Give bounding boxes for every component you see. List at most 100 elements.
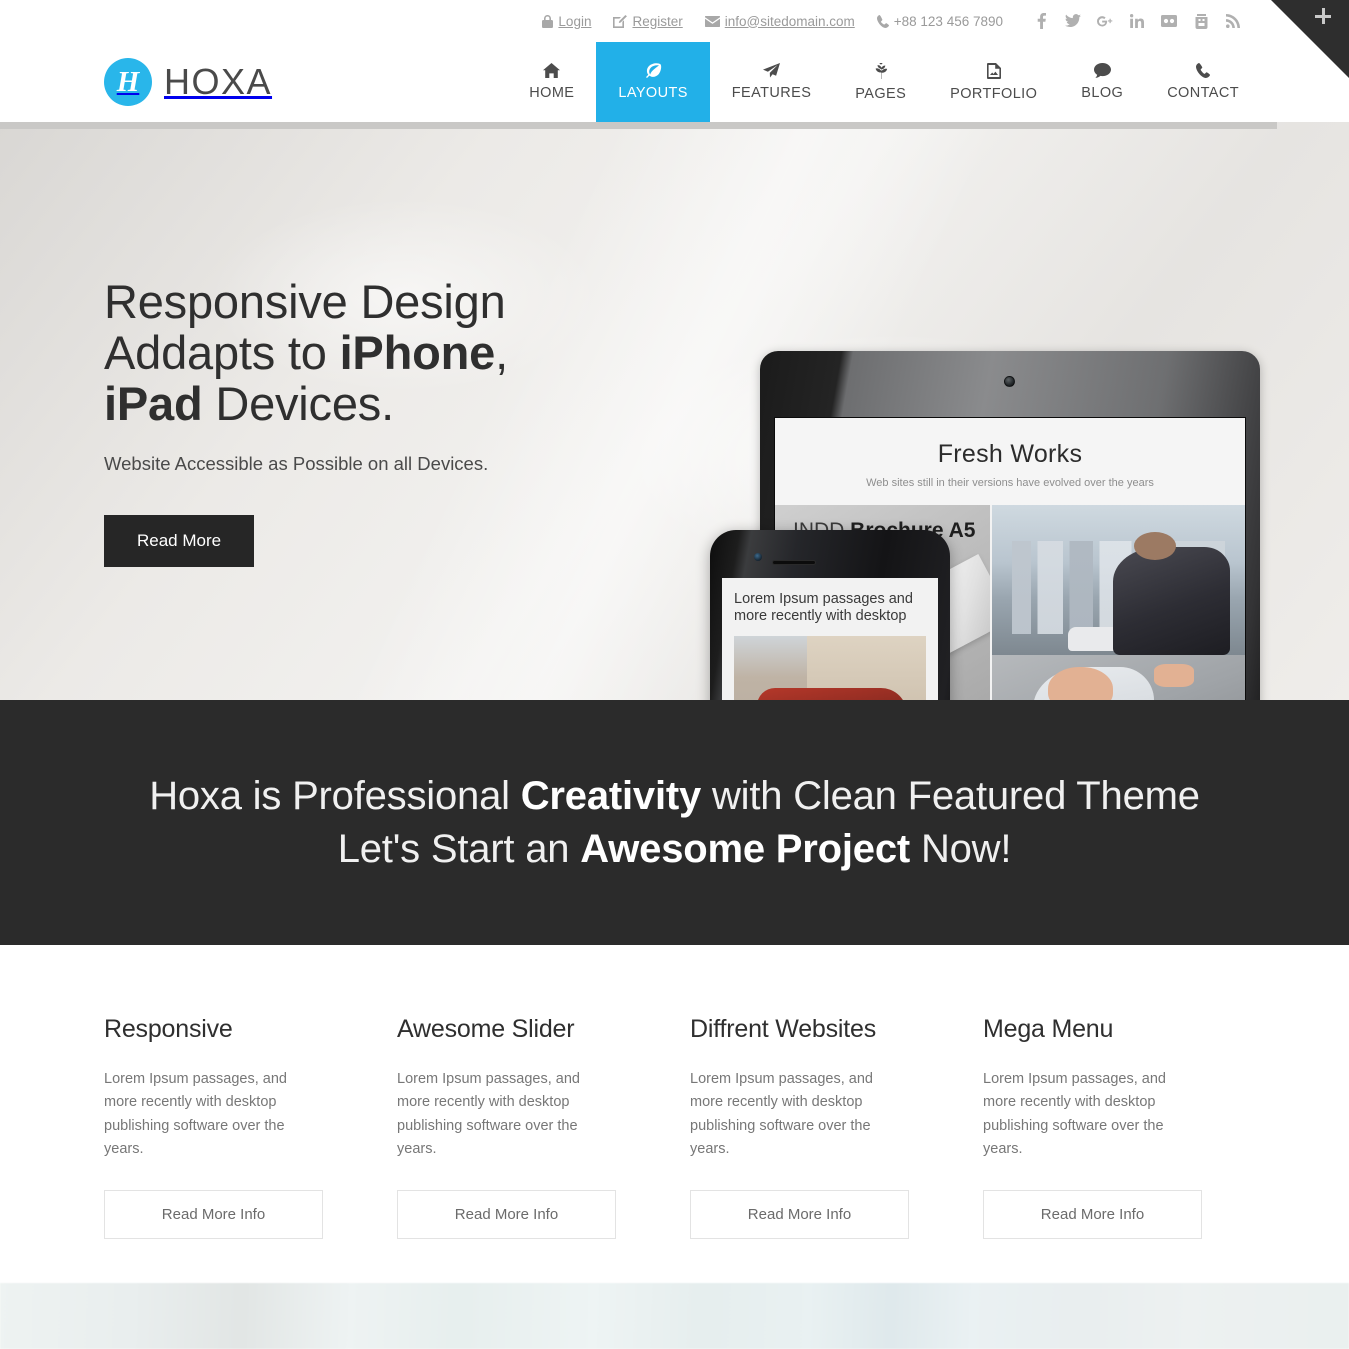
cta-line-1: Hoxa is Professional Creativity with Cle…	[149, 770, 1200, 823]
logo[interactable]: H HOXA	[0, 42, 272, 122]
hero-read-more-button[interactable]: Read More	[104, 515, 255, 568]
feature-title: Diffrent Websites	[690, 1015, 877, 1043]
login-link[interactable]: Login	[542, 14, 591, 29]
lock-icon	[542, 14, 554, 28]
phone-label: +88 123 456 7890	[893, 13, 1003, 29]
hero-title-line2-pre: Addapts to	[104, 325, 340, 379]
feature-card-mega-menu: Mega Menu Lorem Ipsum passages, and more…	[983, 1015, 1202, 1239]
feature-text: Lorem Ipsum passages, and more recently …	[397, 1071, 580, 1158]
megaphone-person-fist	[1153, 664, 1195, 687]
nav-item-pages[interactable]: PAGES	[833, 42, 928, 122]
feature-text: Lorem Ipsum passages, and more recently …	[104, 1071, 287, 1158]
hero-title-line1: Responsive Design	[104, 275, 506, 328]
flickr-icon[interactable]	[1161, 13, 1177, 29]
feature-read-more-button[interactable]: Read More Info	[690, 1189, 909, 1239]
main-navigation: HOME LAYOUTS FEATURES PAGES PORTFOLIO BL…	[507, 42, 1349, 122]
edit-icon	[613, 14, 628, 28]
cta-line2-pre: Let's Start an	[337, 826, 581, 871]
next-section-background	[0, 1283, 1349, 1349]
email-label: info@sitedomain.com	[724, 13, 855, 29]
portfolio-item-megaphone[interactable]	[990, 655, 1245, 700]
google-plus-icon[interactable]	[1097, 13, 1113, 29]
nav-label: BLOG	[1081, 85, 1124, 101]
portfolio-column-right	[990, 505, 1245, 700]
nav-label: HOME	[529, 85, 575, 101]
tablet-site-header: Fresh Works Web sites still in their ver…	[775, 418, 1245, 505]
social-links	[1033, 13, 1241, 29]
register-label: Register	[632, 13, 683, 29]
feature-read-more-button[interactable]: Read More Info	[104, 1189, 323, 1239]
rss-icon[interactable]	[1225, 13, 1241, 29]
hero-title: Responsive Design Addapts to iPhone, iPa…	[104, 275, 508, 430]
comment-icon	[1093, 63, 1111, 78]
feature-card-diffrent-websites: Diffrent Websites Lorem Ipsum passages, …	[690, 1015, 909, 1239]
nav-label: CONTACT	[1167, 85, 1239, 101]
phone-speaker	[772, 560, 816, 565]
sprout-icon	[873, 62, 889, 79]
login-label: Login	[558, 13, 592, 29]
facebook-icon[interactable]	[1033, 13, 1049, 29]
hero-title-iphone: iPhone	[339, 325, 496, 379]
device-mockups: Fresh Works Web sites still in their ver…	[700, 122, 1349, 700]
youtube-icon[interactable]	[1193, 13, 1209, 29]
hero-title-line2-post: ,	[495, 325, 508, 379]
nav-item-contact[interactable]: CONTACT	[1145, 42, 1261, 122]
nav-item-home[interactable]: HOME	[507, 42, 596, 122]
cta-line2-post: Now!	[910, 826, 1012, 871]
feature-read-more-button[interactable]: Read More Info	[983, 1189, 1202, 1239]
email-link[interactable]: info@sitedomain.com	[704, 13, 855, 29]
nav-label: PAGES	[855, 85, 907, 102]
feature-text: Lorem Ipsum passages, and more recently …	[983, 1071, 1166, 1158]
envelope-icon	[704, 15, 720, 27]
businessman-shape	[1113, 531, 1230, 655]
phone-article-image	[734, 635, 926, 700]
feature-text: Lorem Ipsum passages, and more recently …	[690, 1071, 873, 1158]
phone-icon	[1196, 63, 1211, 78]
feature-title: Responsive	[104, 1015, 233, 1043]
phone-info: +88 123 456 7890	[876, 13, 1003, 29]
hero-slider: Responsive Design Addapts to iPhone, iPa…	[0, 122, 1349, 700]
features-section: Responsive Lorem Ipsum passages, and mor…	[0, 945, 1349, 1239]
twitter-icon[interactable]	[1065, 13, 1081, 29]
register-link[interactable]: Register	[613, 13, 683, 29]
logo-text: HOXA	[164, 61, 273, 102]
hero-subtitle: Website Accessible as Possible on all De…	[104, 453, 489, 475]
nav-item-portfolio[interactable]: PORTFOLIO	[928, 42, 1059, 122]
tablet-site-title: Fresh Works	[937, 440, 1083, 468]
page-root: Login Register info@sitedomain.com +88 1…	[0, 0, 1349, 1349]
nav-label: FEATURES	[731, 85, 812, 101]
feature-title: Awesome Slider	[397, 1015, 575, 1043]
hero-title-ipad: iPad	[104, 376, 203, 430]
cta-line1-post: with Clean Featured Theme	[701, 773, 1200, 818]
logo-mark: H	[104, 58, 152, 106]
nav-item-features[interactable]: FEATURES	[710, 42, 833, 122]
nav-item-blog[interactable]: BLOG	[1059, 42, 1145, 122]
cta-line1-bold: Creativity	[520, 773, 702, 818]
header-progress-bar[interactable]	[0, 122, 1277, 129]
leaf-icon	[645, 63, 662, 78]
nav-label: LAYOUTS	[618, 85, 688, 101]
paper-plane-icon	[763, 63, 781, 78]
hero-title-line3-post: Devices.	[202, 376, 394, 430]
phone-mockup: Lorem Ipsum passages and more recently w…	[710, 530, 950, 700]
cta-line-2: Let's Start an Awesome Project Now!	[338, 823, 1012, 876]
feature-card-responsive: Responsive Lorem Ipsum passages, and mor…	[104, 1015, 323, 1239]
phone-screen: Lorem Ipsum passages and more recently w…	[722, 578, 938, 700]
linkedin-icon[interactable]	[1129, 13, 1145, 29]
home-icon	[543, 63, 561, 78]
portfolio-item-city[interactable]	[990, 505, 1245, 655]
tablet-site-subtitle: Web sites still in their versions have e…	[866, 477, 1154, 489]
site-header: H HOXA HOME LAYOUTS FEATURES PAGES PORTF…	[0, 42, 1349, 122]
hero-content: Responsive Design Addapts to iPhone, iPa…	[104, 275, 508, 568]
nav-label: PORTFOLIO	[950, 85, 1038, 102]
feature-title: Mega Menu	[983, 1015, 1114, 1043]
phone-camera-icon	[754, 553, 762, 561]
feature-read-more-button[interactable]: Read More Info	[397, 1189, 616, 1239]
cta-banner: Hoxa is Professional Creativity with Cle…	[0, 700, 1349, 945]
phone-icon	[876, 14, 889, 28]
cta-line2-bold: Awesome Project	[580, 826, 911, 871]
image-file-icon	[986, 62, 1001, 79]
feature-card-awesome-slider: Awesome Slider Lorem Ipsum passages, and…	[397, 1015, 616, 1239]
plus-icon[interactable]	[1315, 8, 1331, 24]
nav-item-layouts[interactable]: LAYOUTS	[596, 42, 710, 122]
